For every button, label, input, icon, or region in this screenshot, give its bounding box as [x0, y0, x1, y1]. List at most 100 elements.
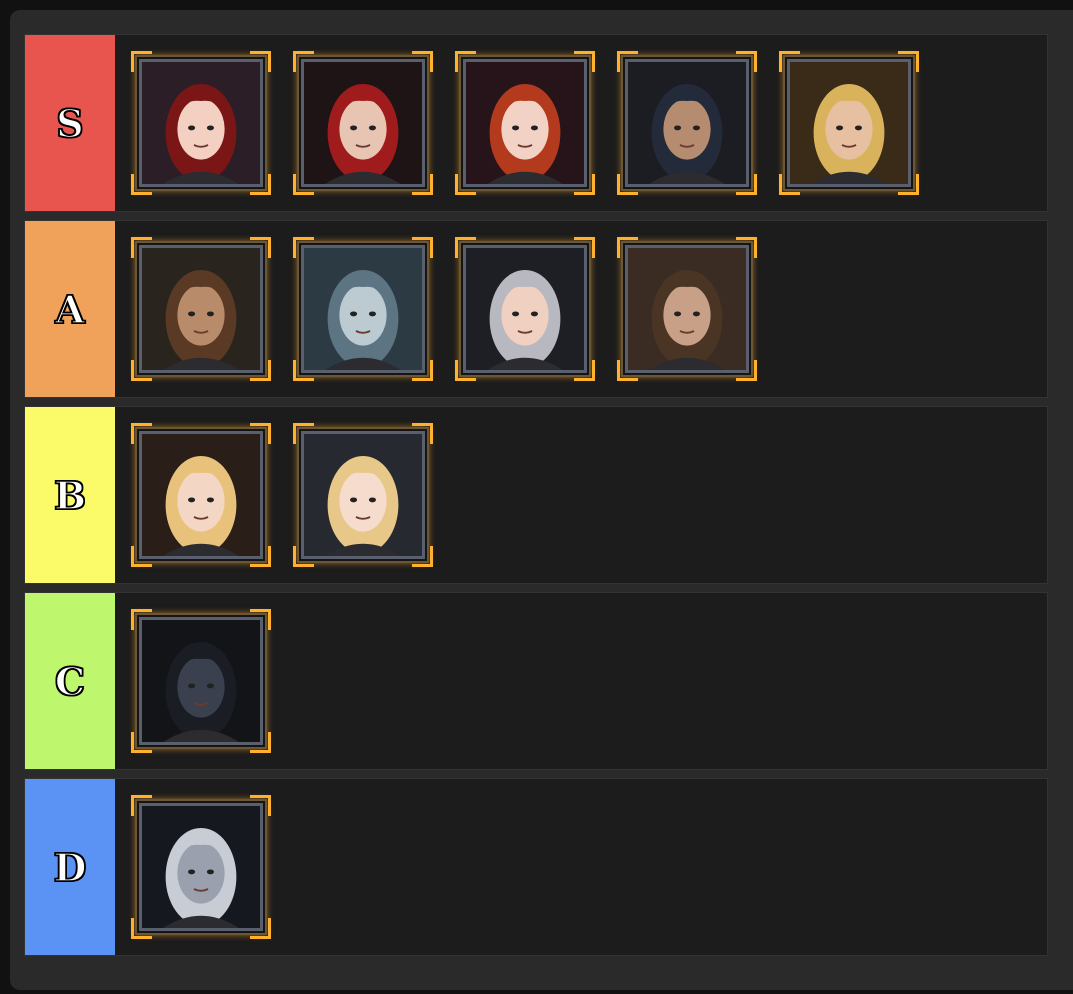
portrait-container	[301, 245, 425, 373]
frame-corner	[736, 360, 757, 381]
portrait-container	[625, 245, 749, 373]
character-card-cowboy-hat-old-man[interactable]	[617, 237, 757, 381]
frame-corner	[898, 174, 919, 195]
frame-corner	[293, 51, 314, 72]
frame-corner	[293, 174, 314, 195]
frame-corner	[250, 609, 271, 630]
frame-corner	[250, 918, 271, 939]
character-portrait	[142, 62, 260, 184]
tier-label[interactable]: D	[25, 779, 115, 955]
frame-corner	[131, 237, 152, 258]
frame-corner	[455, 360, 476, 381]
frame-corner	[574, 51, 595, 72]
tier-row-a: A	[24, 220, 1048, 398]
portrait-container	[139, 617, 263, 745]
frame-corner	[250, 174, 271, 195]
frame-corner	[617, 51, 638, 72]
character-card-red-haired-young-man[interactable]	[293, 51, 433, 195]
frame-corner	[455, 174, 476, 195]
frame-corner	[250, 51, 271, 72]
tier-label[interactable]: A	[25, 221, 115, 397]
character-card-blond-sunglasses-man[interactable]	[779, 51, 919, 195]
tier-items	[115, 779, 1047, 955]
character-card-silver-haired-grinning-man[interactable]	[455, 237, 595, 381]
character-portrait	[790, 62, 908, 184]
frame-corner	[779, 174, 800, 195]
frame-corner	[617, 174, 638, 195]
tier-row-b: B	[24, 406, 1048, 584]
character-portrait	[142, 806, 260, 928]
frame-corner	[898, 51, 919, 72]
frame-corner	[574, 237, 595, 258]
frame-corner	[131, 795, 152, 816]
frame-corner	[574, 360, 595, 381]
character-card-red-curly-hair-woman[interactable]	[455, 51, 595, 195]
frame-corner	[779, 51, 800, 72]
frame-corner	[131, 609, 152, 630]
frame-corner	[250, 732, 271, 753]
frame-corner	[412, 360, 433, 381]
portrait-container	[301, 431, 425, 559]
character-portrait	[466, 62, 584, 184]
portrait-container	[625, 59, 749, 187]
portrait-container	[463, 59, 587, 187]
frame-corner	[131, 732, 152, 753]
character-card-silver-robot-helmet[interactable]	[131, 795, 271, 939]
frame-corner	[736, 237, 757, 258]
character-card-shark-hood-masked-fighter[interactable]	[293, 237, 433, 381]
tier-items	[115, 221, 1047, 397]
frame-corner	[131, 918, 152, 939]
frame-corner	[293, 546, 314, 567]
character-portrait	[142, 434, 260, 556]
character-portrait	[304, 248, 422, 370]
portrait-container	[139, 803, 263, 931]
frame-corner	[736, 51, 757, 72]
frame-corner	[131, 360, 152, 381]
tier-items	[115, 593, 1047, 769]
frame-corner	[293, 423, 314, 444]
portrait-container	[139, 245, 263, 373]
frame-corner	[250, 423, 271, 444]
portrait-container	[787, 59, 911, 187]
frame-corner	[412, 546, 433, 567]
frame-corner	[250, 237, 271, 258]
character-card-horned-blonde-girl[interactable]	[131, 423, 271, 567]
tier-row-d: D	[24, 778, 1048, 956]
character-card-pirate-bandana-man[interactable]	[617, 51, 757, 195]
character-portrait	[628, 248, 746, 370]
frame-corner	[412, 174, 433, 195]
frame-corner	[293, 237, 314, 258]
frame-corner	[250, 795, 271, 816]
frame-corner	[617, 237, 638, 258]
tier-row-c: C	[24, 592, 1048, 770]
frame-corner	[617, 360, 638, 381]
frame-corner	[131, 174, 152, 195]
character-card-goggles-bearded-man[interactable]	[131, 237, 271, 381]
tier-label[interactable]: C	[25, 593, 115, 769]
character-portrait	[142, 620, 260, 742]
frame-corner	[131, 546, 152, 567]
character-portrait	[466, 248, 584, 370]
portrait-container	[463, 245, 587, 373]
frame-corner	[250, 546, 271, 567]
frame-corner	[455, 51, 476, 72]
tier-label[interactable]: B	[25, 407, 115, 583]
frame-corner	[131, 423, 152, 444]
tier-items	[115, 35, 1047, 211]
frame-corner	[412, 51, 433, 72]
frame-corner	[455, 237, 476, 258]
character-card-black-panther-mask[interactable]	[131, 609, 271, 753]
frame-corner	[412, 237, 433, 258]
portrait-container	[139, 431, 263, 559]
tier-row-s: S	[24, 34, 1048, 212]
character-card-wavy-blonde-woman[interactable]	[293, 423, 433, 567]
frame-corner	[293, 360, 314, 381]
portrait-container	[139, 59, 263, 187]
character-portrait	[304, 62, 422, 184]
character-portrait	[628, 62, 746, 184]
tier-label[interactable]: S	[25, 35, 115, 211]
character-portrait	[142, 248, 260, 370]
frame-corner	[250, 360, 271, 381]
character-card-red-haired-glasses-woman[interactable]	[131, 51, 271, 195]
frame-corner	[574, 174, 595, 195]
